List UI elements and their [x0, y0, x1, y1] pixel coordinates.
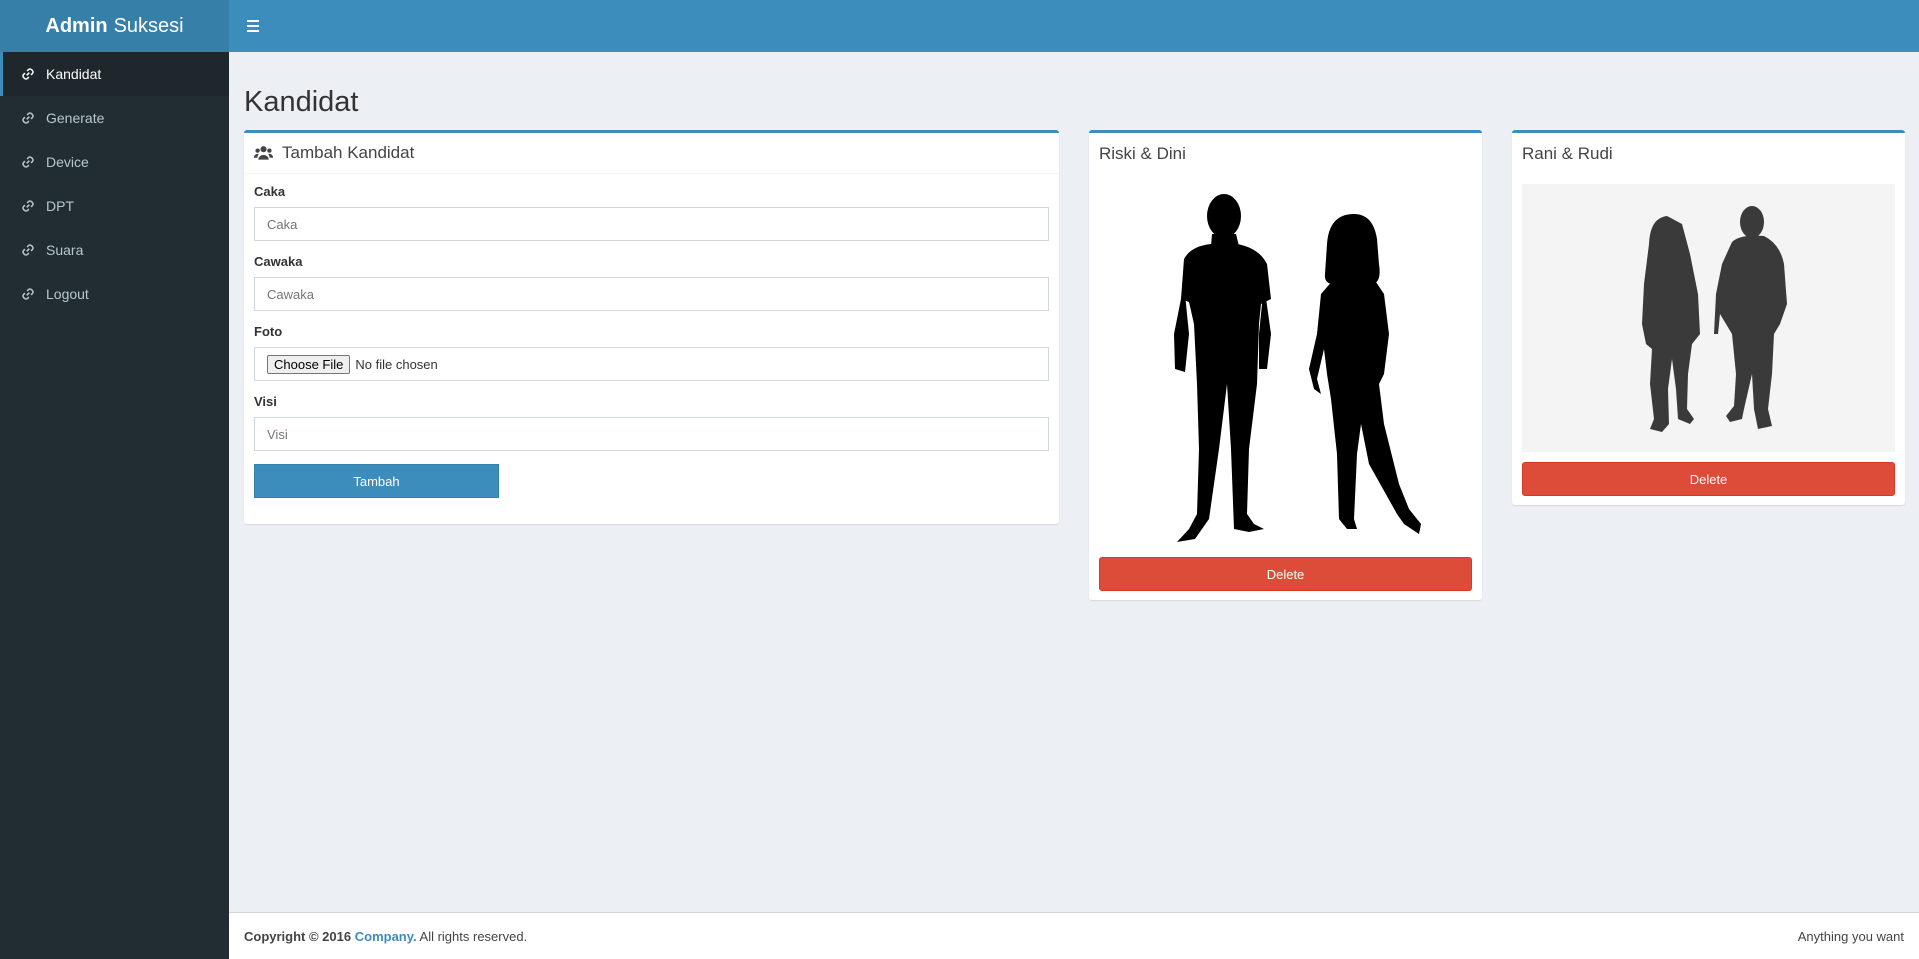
sidebar-item-generate[interactable]: Generate	[0, 96, 229, 140]
company-link[interactable]: Company.	[355, 929, 417, 944]
add-candidate-form: Caka Cawaka Foto Choose File No file cho…	[244, 174, 1059, 498]
main-content: Kandidat Tambah Kandidat Caka Cawaka Fot…	[229, 52, 1919, 912]
sidebar-item-device[interactable]: Device	[0, 140, 229, 184]
top-navbar	[229, 0, 1919, 52]
box-header: Rani & Rudi	[1512, 133, 1905, 174]
sidebar-item-label: Device	[46, 154, 89, 170]
rights-text: All rights reserved.	[419, 928, 528, 944]
visi-label: Visi	[254, 394, 277, 409]
delete-button[interactable]: Delete	[1099, 557, 1472, 591]
caka-label: Caka	[254, 184, 286, 199]
link-icon	[21, 199, 35, 213]
box-header: Tambah Kandidat	[244, 133, 1059, 174]
footer-copyright: Copyright © 2016 Company. All rights res…	[244, 929, 527, 944]
link-icon	[21, 287, 35, 301]
file-status: No file chosen	[355, 356, 438, 372]
sidebar-item-label: DPT	[46, 198, 74, 214]
add-candidate-box: Tambah Kandidat Caka Cawaka Foto Choose …	[244, 130, 1059, 524]
users-icon	[253, 145, 274, 161]
form-group-caka: Caka	[254, 184, 1049, 241]
couple-silhouette-image	[1174, 194, 1421, 542]
footer-right-text: Anything you want	[1797, 928, 1904, 944]
link-icon	[21, 111, 35, 125]
app-logo[interactable]: Admin Suksesi	[0, 0, 229, 52]
candidate-card: Riski & Dini Delete	[1089, 130, 1482, 600]
copyright-text: Copyright © 2016	[244, 928, 352, 944]
candidate-photo	[1522, 184, 1895, 452]
foto-label: Foto	[254, 324, 283, 339]
hamburger-icon	[247, 20, 259, 22]
caka-input[interactable]	[254, 207, 1049, 241]
couple-silhouette-image	[1642, 206, 1787, 432]
cawaka-input[interactable]	[254, 277, 1049, 311]
sidebar-toggle-button[interactable]	[245, 14, 269, 38]
sidebar-item-label: Suara	[46, 242, 84, 258]
box-header: Riski & Dini	[1089, 133, 1482, 174]
sidebar-item-dpt[interactable]: DPT	[0, 184, 229, 228]
sidebar: Kandidat Generate Device DPT Suara Logou…	[0, 52, 229, 959]
foto-file-input[interactable]: Choose File No file chosen	[254, 347, 1049, 381]
link-icon	[21, 243, 35, 257]
sidebar-item-logout[interactable]: Logout	[0, 272, 229, 316]
link-icon	[21, 67, 35, 81]
page-title: Kandidat	[244, 86, 359, 118]
sidebar-item-label: Logout	[46, 286, 89, 302]
choose-file-button[interactable]: Choose File	[267, 354, 351, 374]
logo-bold-text: Admin	[45, 14, 108, 37]
candidate-card: Rani & Rudi Delete	[1512, 130, 1905, 505]
sidebar-item-suara[interactable]: Suara	[0, 228, 229, 272]
form-group-visi: Visi	[254, 394, 1049, 451]
footer: Copyright © 2016 Company. All rights res…	[229, 912, 1919, 959]
logo-light-text: Suksesi	[113, 14, 184, 37]
visi-input[interactable]	[254, 417, 1049, 451]
candidate-title: Riski & Dini	[1099, 143, 1186, 163]
form-group-cawaka: Cawaka	[254, 254, 1049, 311]
sidebar-item-label: Kandidat	[46, 66, 102, 82]
link-icon	[21, 155, 35, 169]
candidate-photo	[1099, 184, 1472, 547]
sidebar-item-label: Generate	[46, 110, 105, 126]
box-title: Tambah Kandidat	[282, 143, 415, 162]
delete-button[interactable]: Delete	[1522, 462, 1895, 496]
cawaka-label: Cawaka	[254, 254, 303, 269]
tambah-button[interactable]: Tambah	[254, 464, 499, 498]
sidebar-item-kandidat[interactable]: Kandidat	[0, 52, 229, 96]
candidate-title: Rani & Rudi	[1522, 143, 1613, 163]
form-group-foto: Foto Choose File No file chosen	[254, 324, 1049, 381]
